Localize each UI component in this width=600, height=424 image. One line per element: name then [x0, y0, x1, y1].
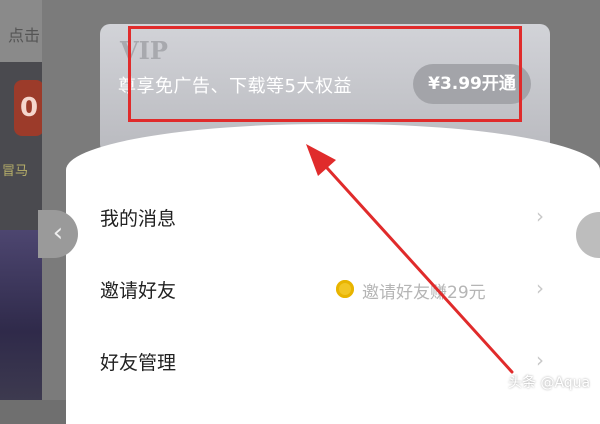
annotation-arrow-icon: [306, 144, 514, 374]
watermark: 头条 @Aqua: [508, 375, 591, 391]
